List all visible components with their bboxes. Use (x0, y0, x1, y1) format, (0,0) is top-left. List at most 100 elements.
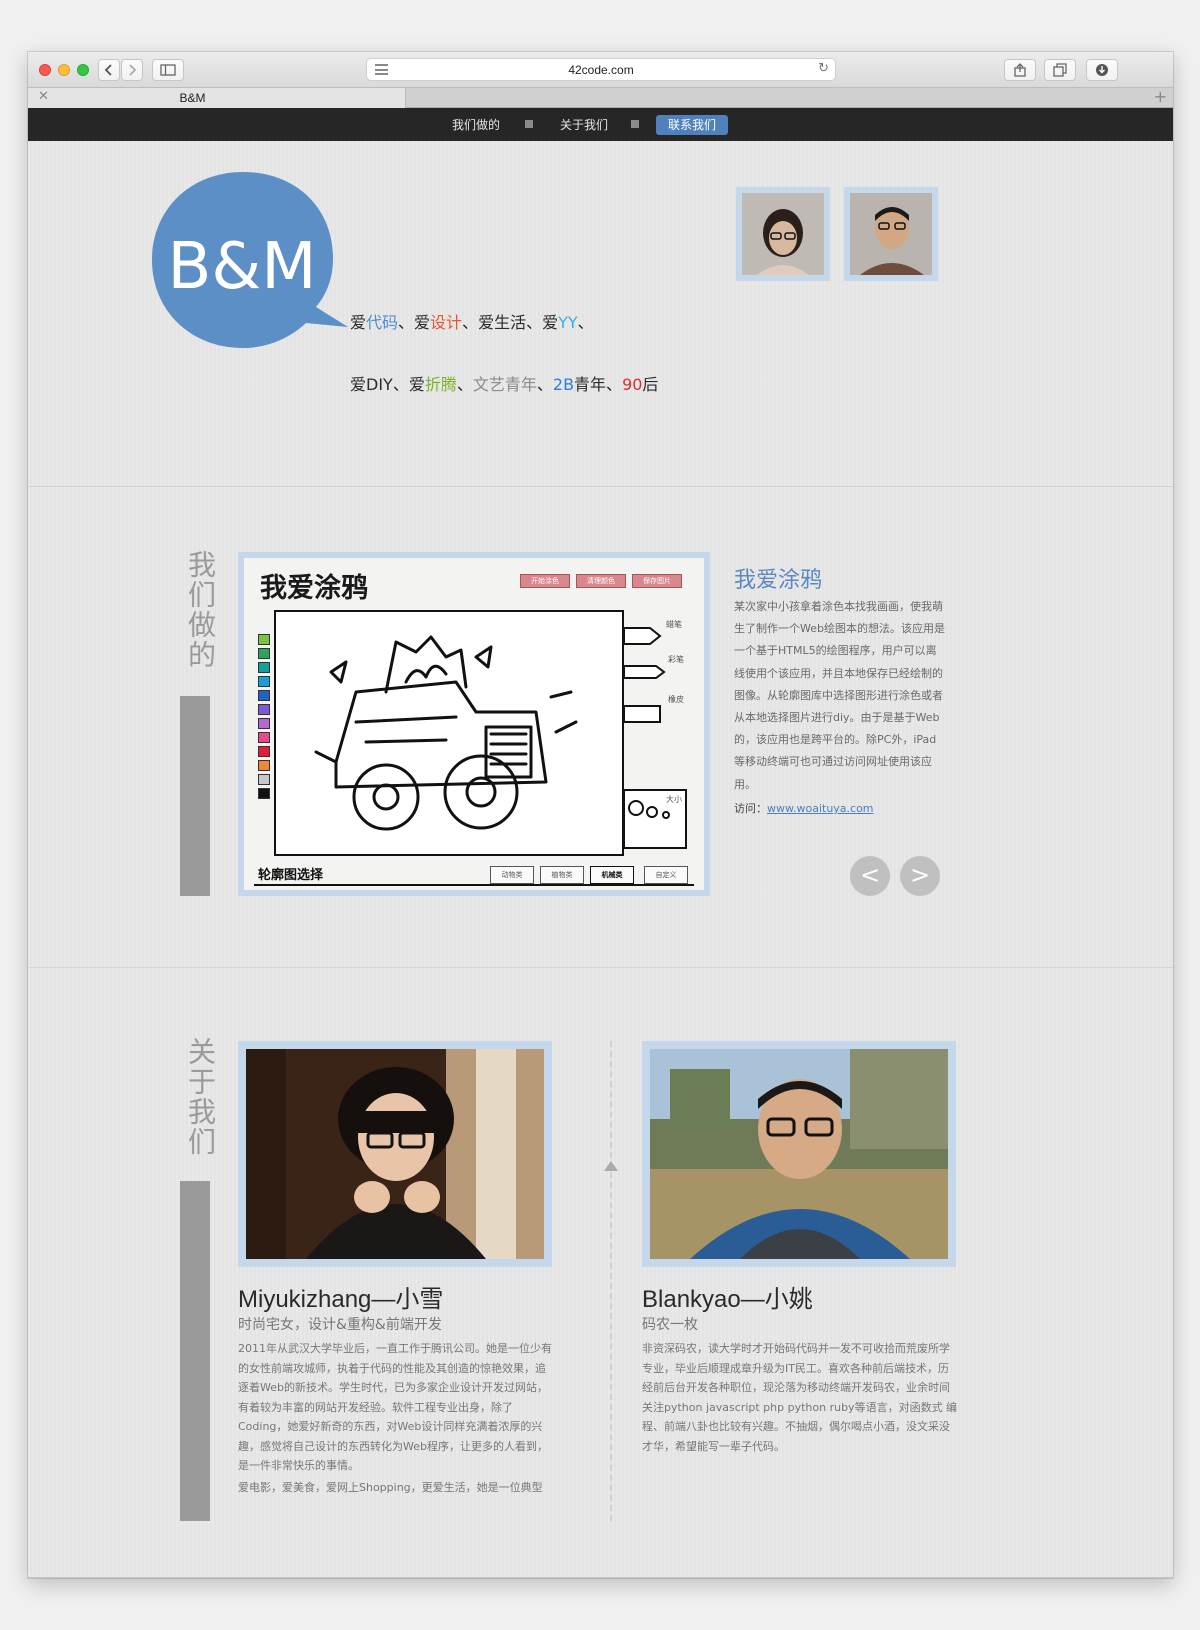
nav-separator (525, 120, 533, 128)
person-bio: 非资深码农，读大学时才开始码代码并一发不可收拾而荒废所学专业，毕业后顺理成章升级… (642, 1342, 958, 1453)
person-role: 时尚宅女，设计&重构&前端开发 (238, 1317, 442, 1333)
tool-panel: 蜡笔 彩笔 橡皮 大小 (622, 610, 692, 856)
sidebar-icon (160, 64, 176, 76)
close-window-button[interactable] (39, 64, 51, 76)
slogan-segment: 文艺青年 (472, 375, 537, 394)
forward-button[interactable] (121, 59, 143, 81)
person-bio: 2011年从武汉大学毕业后，一直工作于腾讯公司。她是一位少有的女性前端攻城师，执… (238, 1342, 552, 1472)
nav-item-contact[interactable]: 联系我们 (656, 115, 729, 135)
tool-label: 彩笔 (668, 654, 684, 664)
truck-drawing (314, 635, 578, 831)
slogan-segment: 、 (577, 313, 594, 332)
site-nav: 我们做的 关于我们 联系我们 (28, 108, 1173, 141)
reload-icon[interactable]: ↻ (818, 61, 829, 76)
portrait-photo (850, 193, 932, 275)
person-name: Miyukizhang—小雪 (238, 1286, 444, 1313)
slogan-segment: 、爱 (398, 313, 431, 332)
avatar-miyuki (736, 187, 830, 281)
tabs-icon (1053, 63, 1067, 77)
prev-arrow-button[interactable]: < (850, 856, 890, 896)
slogan-segment: 代码 (366, 313, 399, 332)
nav-item-works[interactable]: 我们做的 (440, 115, 512, 135)
work-visit: 访问：www.woaituya.com (734, 800, 874, 816)
drawing-canvas (274, 610, 624, 856)
chevron-left-icon (104, 64, 112, 76)
slogan-segment: 爱DIY、爱 (350, 375, 425, 394)
divider-arrow-icon (604, 1161, 618, 1171)
slogan-segment: 青年、 (574, 375, 623, 394)
works-section-label: 我们做的 (180, 550, 217, 896)
about-section-label: 关于我们 (180, 1037, 217, 1521)
tool-label: 橡皮 (668, 694, 684, 704)
app-title: 我爱涂鸦 (260, 573, 368, 604)
chevron-right-icon (129, 64, 137, 76)
outline-label: 轮廓图选择 (258, 868, 324, 883)
portrait-photo (650, 1049, 948, 1259)
hero-section: B&M 爱代码、爱设计、爱生活、爱YY、 爱DIY、爱折腾、文艺青年、2B青年、… (28, 141, 1173, 487)
tool-label: 蜡笔 (666, 619, 682, 629)
slogan-segment: YY (558, 313, 578, 332)
logo-text: B&M (167, 230, 316, 304)
about-section: 关于我们 Miyukizhang—小雪 时尚宅女，设计&重构&前端开发 2011… (28, 969, 1173, 1578)
slogan-segment: 爱 (350, 313, 367, 332)
nav-separator (631, 120, 639, 128)
work-screenshot-frame: 我爱涂鸦 开始涂色 清理颜色 保存图片 蜡笔 彩笔 橡皮 大小 轮廓图选择 动物… (238, 552, 710, 896)
url-text: 42code.com (568, 63, 634, 77)
section-title: 关于我们 (184, 1037, 217, 1157)
minimize-window-button[interactable] (58, 64, 70, 76)
slogan-segment: 、爱生活、爱 (462, 313, 559, 332)
person-role: 码农一枚 (642, 1317, 698, 1333)
slogan-segment: 、 (456, 375, 473, 394)
tab-bar: ✕ B&M + (28, 87, 1173, 108)
works-section: 我们做的 我爱涂鸦 开始涂色 清理颜色 保存图片 蜡笔 彩笔 橡皮 大小 轮廓图… (28, 488, 1173, 968)
tab-current[interactable]: ✕ B&M (28, 88, 406, 108)
zoom-window-button[interactable] (77, 64, 89, 76)
tab-title: B&M (179, 91, 206, 105)
logo-bubble: B&M (152, 172, 348, 348)
slogan-segment: 设计 (430, 313, 463, 332)
doodle-app-screenshot: 我爱涂鸦 开始涂色 清理颜色 保存图片 蜡笔 彩笔 橡皮 大小 轮廓图选择 动物… (244, 558, 704, 890)
browser-toolbar: 42code.com ↻ (28, 52, 1173, 88)
app-button: 开始涂色 (520, 574, 570, 588)
browser-window: 42code.com ↻ ✕ B&M + 我们做的 关于我们 联系我们 B&M … (28, 52, 1173, 1578)
avatar-blankyao (844, 187, 938, 281)
app-button: 清理颜色 (576, 574, 626, 588)
slogan-segment: 2B (552, 375, 575, 394)
person-name: Blankyao—小姚 (642, 1286, 813, 1313)
sidebar-toggle-button[interactable] (152, 59, 184, 81)
work-description: 某次家中小孩拿着涂色本找我画画，使我萌生了制作一个Web绘图本的想法。该应用是一… (734, 600, 945, 791)
outline-tab: 动物类 (490, 866, 534, 884)
page-bottom-strip (28, 1577, 1173, 1578)
visit-link[interactable]: www.woaituya.com (767, 802, 874, 815)
share-button[interactable] (1004, 59, 1036, 81)
back-button[interactable] (98, 59, 120, 81)
tools-drawing: 蜡笔 彩笔 橡皮 大小 (623, 619, 687, 849)
slogan-segment: 、 (536, 375, 553, 394)
slogan-line-1: 爱代码、爱设计、爱生活、爱YY、 (350, 309, 594, 333)
new-tab-icon[interactable]: + (1154, 87, 1167, 106)
visit-label: 访问： (734, 802, 767, 815)
portrait-photo (742, 193, 824, 275)
section-bar (180, 1181, 210, 1521)
outline-tab-active: 机械类 (590, 866, 634, 884)
downloads-button[interactable] (1086, 59, 1118, 81)
next-arrow-button[interactable]: > (900, 856, 940, 896)
slogan-segment: 90 (622, 375, 643, 394)
person-bio-extra: 爱电影，爱美食，爱网上Shopping，更爱生活，她是一位典型 (238, 1481, 543, 1494)
app-button: 保存图片 (632, 574, 682, 588)
tool-label: 大小 (666, 794, 682, 804)
work-title: 我爱涂鸦 (734, 568, 823, 593)
address-bar[interactable]: 42code.com ↻ (366, 58, 836, 81)
share-icon (1014, 63, 1026, 77)
section-bar (180, 696, 210, 896)
section-title: 我们做的 (184, 550, 217, 670)
slogan-line-2: 爱DIY、爱折腾、文艺青年、2B青年、90后 (350, 371, 658, 395)
outline-tab: 自定义 (644, 866, 688, 884)
slogan-segment: 后 (642, 375, 659, 394)
photo-miyuki (238, 1041, 552, 1267)
color-palette (258, 634, 272, 802)
tabs-overview-button[interactable] (1044, 59, 1076, 81)
outline-tab: 植物类 (540, 866, 584, 884)
nav-item-about[interactable]: 关于我们 (548, 115, 620, 135)
app-bottom-line (254, 884, 694, 888)
